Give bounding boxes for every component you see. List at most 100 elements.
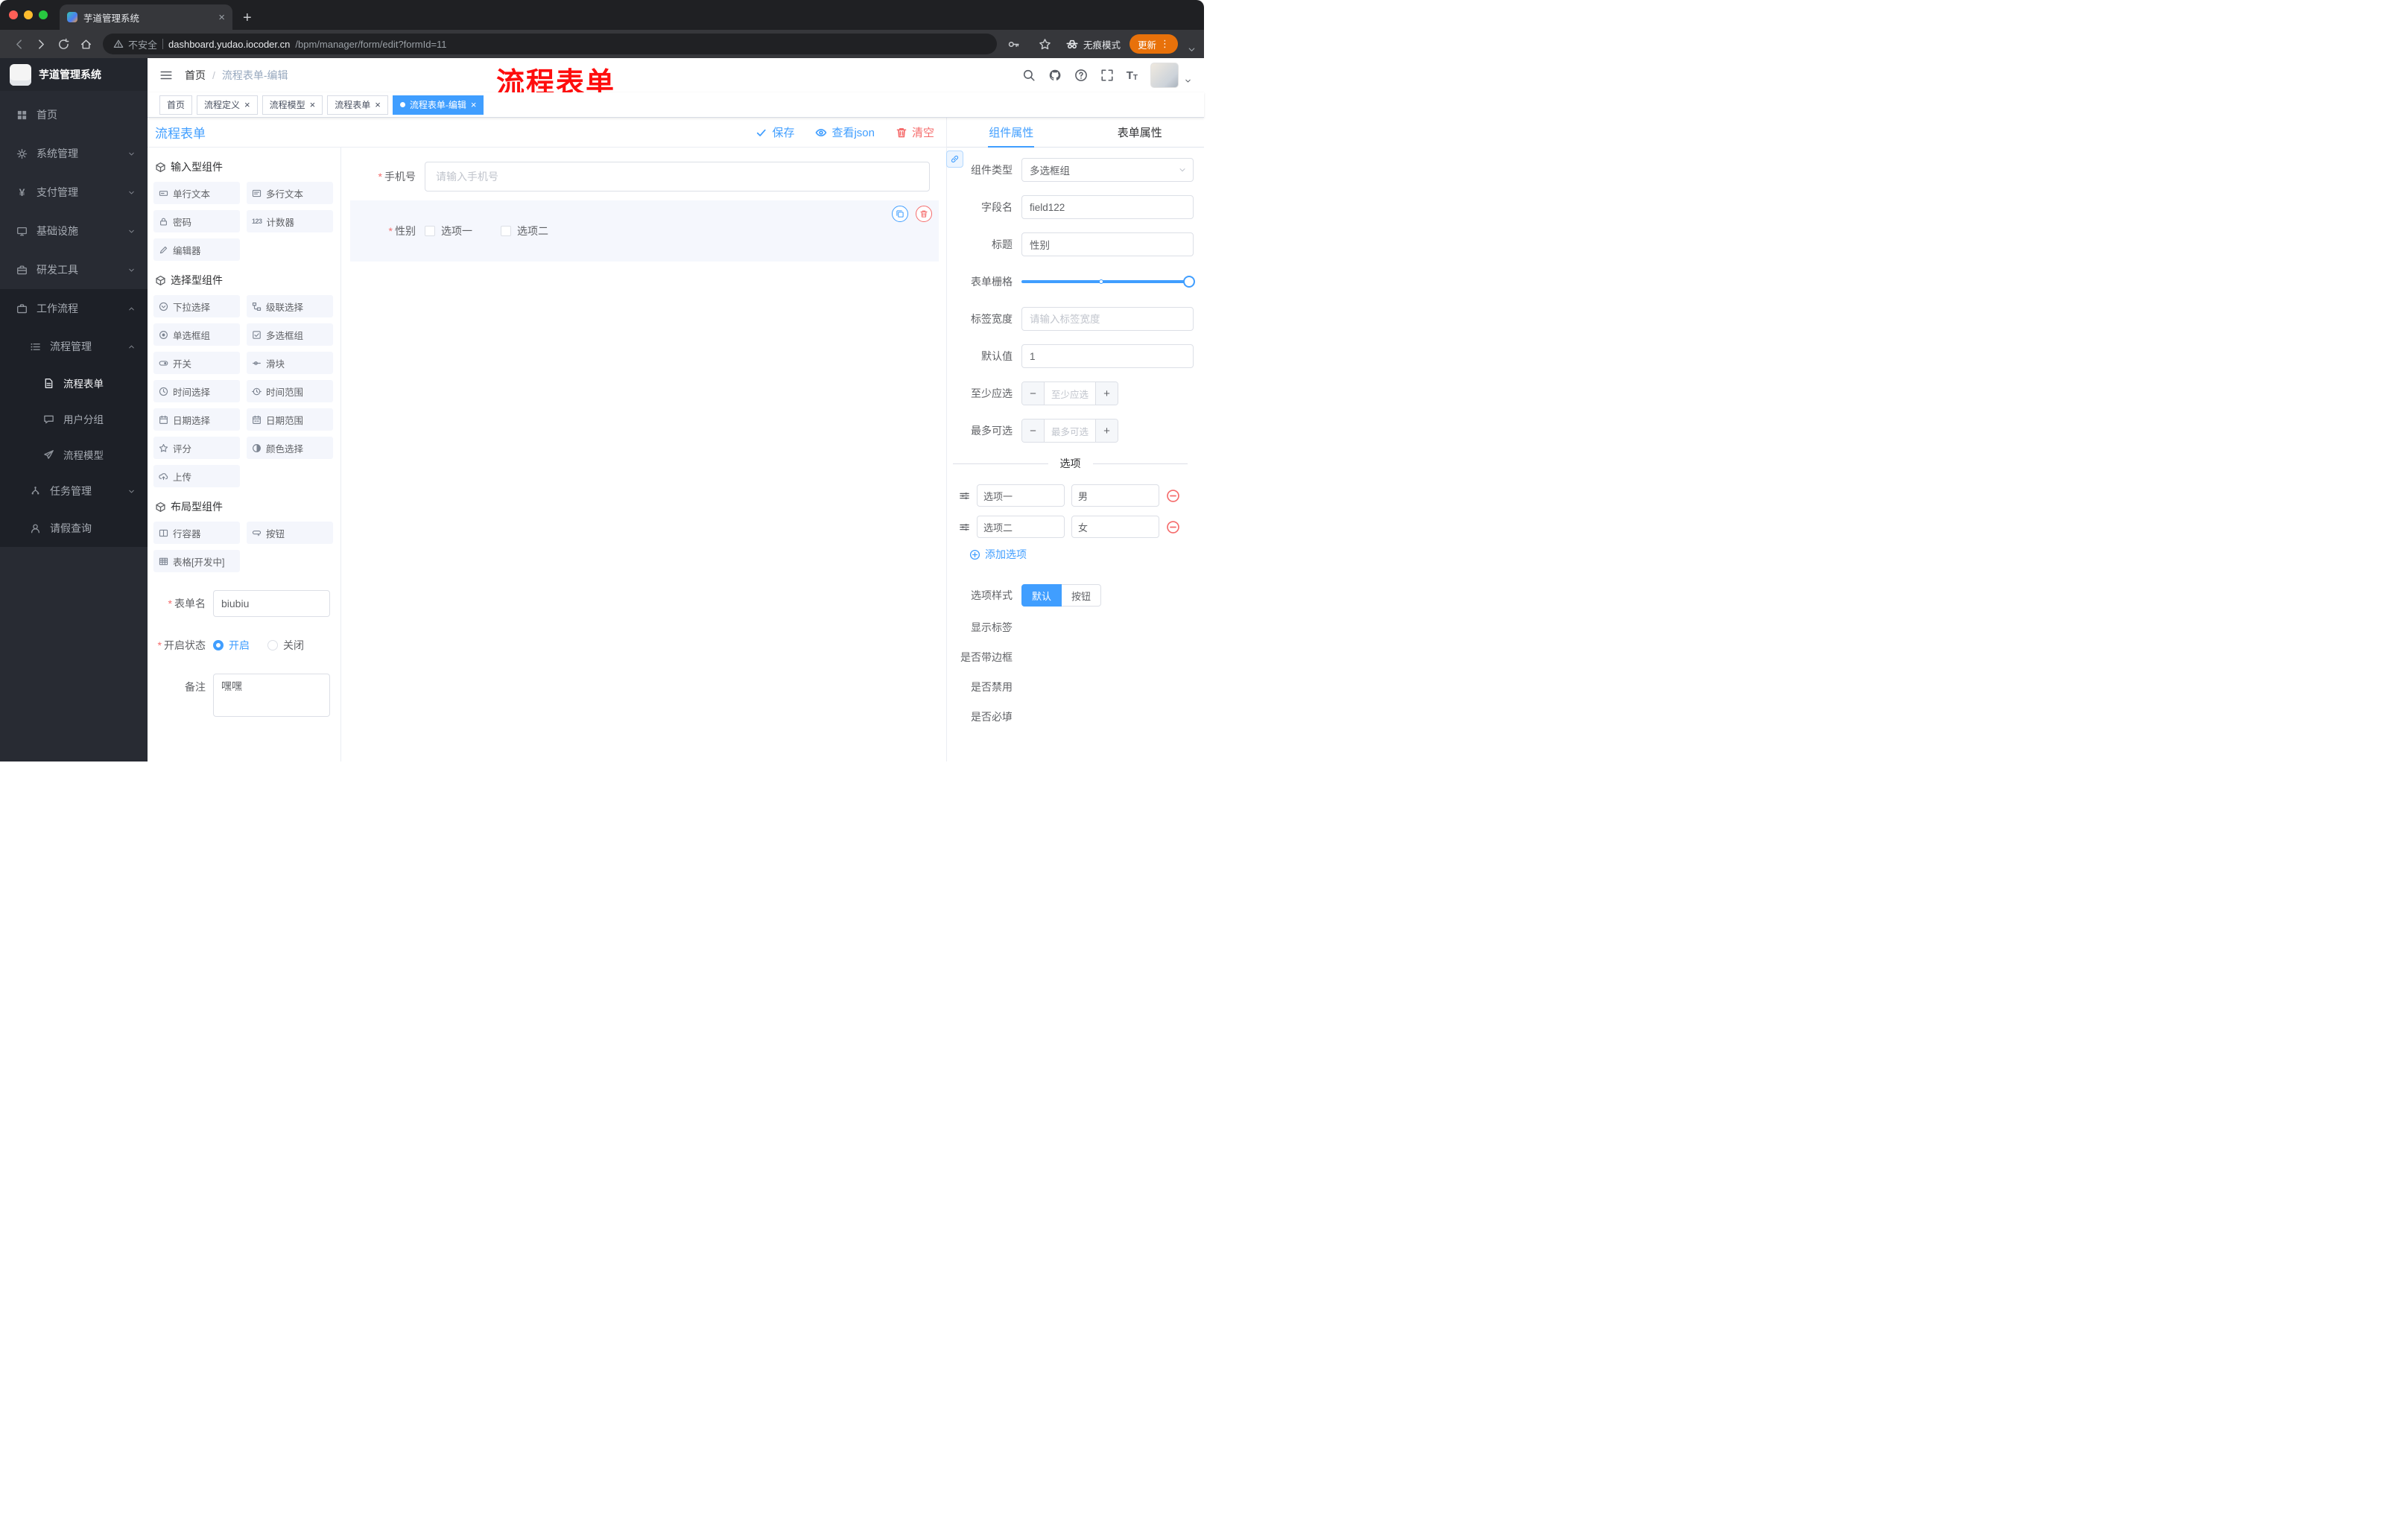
checkbox-icon[interactable]: [501, 226, 511, 236]
component-password[interactable]: 密码: [153, 210, 240, 232]
fullscreen-icon[interactable]: [1100, 69, 1114, 82]
browser-tab[interactable]: 芋道管理系统 ×: [60, 4, 232, 30]
option-value-input[interactable]: [1071, 516, 1159, 538]
slider-track[interactable]: [1021, 276, 1195, 288]
security-indicator[interactable]: 不安全: [113, 37, 157, 51]
tag-process-model[interactable]: 流程模型 ×: [262, 95, 323, 115]
drag-handle-icon[interactable]: [959, 490, 970, 501]
canvas-field-phone[interactable]: * 手机号: [341, 159, 946, 194]
label-width-input[interactable]: [1021, 307, 1194, 331]
decrease-button[interactable]: −: [1022, 419, 1045, 442]
tag-close-icon[interactable]: ×: [310, 100, 316, 110]
tag-close-icon[interactable]: ×: [471, 100, 477, 110]
remove-option-icon[interactable]: [1166, 520, 1180, 534]
minimize-window-button[interactable]: [24, 10, 33, 19]
min-select-value[interactable]: 至少应选: [1045, 382, 1095, 405]
sidebar-item-infrastructure[interactable]: 基础设施: [0, 212, 148, 250]
avatar-caret-icon[interactable]: [1184, 77, 1192, 85]
search-icon[interactable]: [1022, 69, 1036, 82]
component-single-line-text[interactable]: 单行文本: [153, 182, 240, 204]
github-icon[interactable]: [1048, 69, 1062, 82]
checkbox-icon[interactable]: [425, 226, 435, 236]
sidebar-logo[interactable]: 芋道管理系统: [0, 58, 148, 91]
component-type-select[interactable]: 多选框组: [1021, 158, 1194, 182]
component-radio-group[interactable]: 单选框组: [153, 323, 240, 346]
gender-option-1[interactable]: 选项一: [425, 224, 472, 238]
component-checkbox-group[interactable]: 多选框组: [247, 323, 333, 346]
sidebar-item-leave-query[interactable]: 请假查询: [0, 510, 148, 547]
breadcrumb-home[interactable]: 首页: [185, 68, 206, 83]
update-browser-button[interactable]: 更新 ⋮: [1129, 34, 1178, 54]
drag-handle-icon[interactable]: [959, 522, 970, 533]
option-label-input[interactable]: [977, 516, 1065, 538]
help-icon[interactable]: [1074, 69, 1088, 82]
sidebar-toggle-button[interactable]: [159, 69, 173, 82]
font-size-icon[interactable]: TT: [1127, 69, 1138, 82]
component-row-container[interactable]: 行容器: [153, 522, 240, 544]
field-name-input[interactable]: [1021, 195, 1194, 219]
tag-close-icon[interactable]: ×: [375, 100, 381, 110]
delete-component-button[interactable]: [916, 206, 932, 222]
component-editor[interactable]: 编辑器: [153, 238, 240, 261]
remark-textarea[interactable]: 嘿嘿: [213, 674, 330, 717]
tab-component-props[interactable]: 组件属性: [947, 118, 1076, 147]
increase-button[interactable]: +: [1095, 419, 1118, 442]
zoom-window-button[interactable]: [39, 10, 48, 19]
sidebar-item-task-mgmt[interactable]: 任务管理: [0, 472, 148, 510]
component-upload[interactable]: 上传: [153, 465, 240, 487]
tag-process-form[interactable]: 流程表单 ×: [327, 95, 388, 115]
title-input[interactable]: [1021, 232, 1194, 256]
sidebar-item-dev-tools[interactable]: 研发工具: [0, 250, 148, 289]
view-json-button[interactable]: 查看json: [815, 124, 875, 140]
save-button[interactable]: 保存: [755, 124, 794, 140]
component-table[interactable]: 表格[开发中]: [153, 550, 240, 572]
component-multi-line-text[interactable]: 多行文本: [247, 182, 333, 204]
tag-home[interactable]: 首页: [159, 95, 193, 115]
sidebar-item-payment-mgmt[interactable]: ¥ 支付管理: [0, 173, 148, 212]
style-button-button[interactable]: 按钮: [1062, 584, 1102, 607]
sidebar-item-process-model[interactable]: 流程模型: [0, 437, 148, 472]
sidebar-item-workflow[interactable]: 工作流程: [0, 289, 148, 328]
style-default-button[interactable]: 默认: [1021, 584, 1062, 607]
sidebar-item-process-form[interactable]: 流程表单: [0, 365, 148, 401]
option-label-input[interactable]: [977, 484, 1065, 507]
max-select-value[interactable]: 最多可选: [1045, 419, 1095, 442]
tab-close-icon[interactable]: ×: [218, 12, 225, 23]
new-tab-button[interactable]: +: [243, 10, 252, 27]
clear-button[interactable]: 清空: [896, 124, 934, 140]
default-value-input[interactable]: [1021, 344, 1194, 368]
component-cascader[interactable]: 级联选择: [247, 295, 333, 317]
close-window-button[interactable]: [9, 10, 18, 19]
component-date-picker[interactable]: 日期选择: [153, 408, 240, 431]
component-select[interactable]: 下拉选择: [153, 295, 240, 317]
add-option-button[interactable]: 添加选项: [947, 547, 1194, 562]
sidebar-item-process-mgmt[interactable]: 流程管理: [0, 328, 148, 365]
radio-enabled[interactable]: 开启: [213, 638, 250, 653]
component-button[interactable]: 按钮: [247, 522, 333, 544]
component-switch[interactable]: 开关: [153, 352, 240, 374]
sidebar-item-user-groups[interactable]: 用户分组: [0, 401, 148, 437]
component-color-picker[interactable]: 颜色选择: [247, 437, 333, 459]
increase-button[interactable]: +: [1095, 382, 1118, 405]
tab-form-props[interactable]: 表单属性: [1076, 118, 1205, 147]
copy-component-button[interactable]: [892, 206, 908, 222]
decrease-button[interactable]: −: [1022, 382, 1045, 405]
reload-button[interactable]: [52, 33, 75, 55]
form-name-input[interactable]: [213, 590, 330, 617]
address-bar[interactable]: 不安全 dashboard.yudao.iocoder.cn/bpm/manag…: [103, 34, 997, 54]
sidebar-item-system-mgmt[interactable]: 系统管理: [0, 134, 148, 173]
canvas-field-gender-selected[interactable]: * 性别 选项一 选项二: [350, 200, 939, 262]
back-button[interactable]: [7, 33, 30, 55]
tag-process-definition[interactable]: 流程定义 ×: [197, 95, 258, 115]
tag-close-icon[interactable]: ×: [244, 100, 250, 110]
password-key-icon[interactable]: [1003, 33, 1025, 55]
component-time-picker[interactable]: 时间选择: [153, 380, 240, 402]
bookmark-star-icon[interactable]: [1034, 33, 1056, 55]
remove-option-icon[interactable]: [1166, 489, 1180, 503]
form-canvas[interactable]: *手机号 *性别 选项一 选项二: [341, 148, 946, 762]
sidebar-item-home[interactable]: 首页: [0, 95, 148, 134]
component-slider[interactable]: 滑块: [247, 352, 333, 374]
tag-process-form-edit[interactable]: 流程表单-编辑 ×: [392, 95, 484, 115]
component-rate[interactable]: 评分: [153, 437, 240, 459]
radio-disabled[interactable]: 关闭: [267, 638, 304, 653]
